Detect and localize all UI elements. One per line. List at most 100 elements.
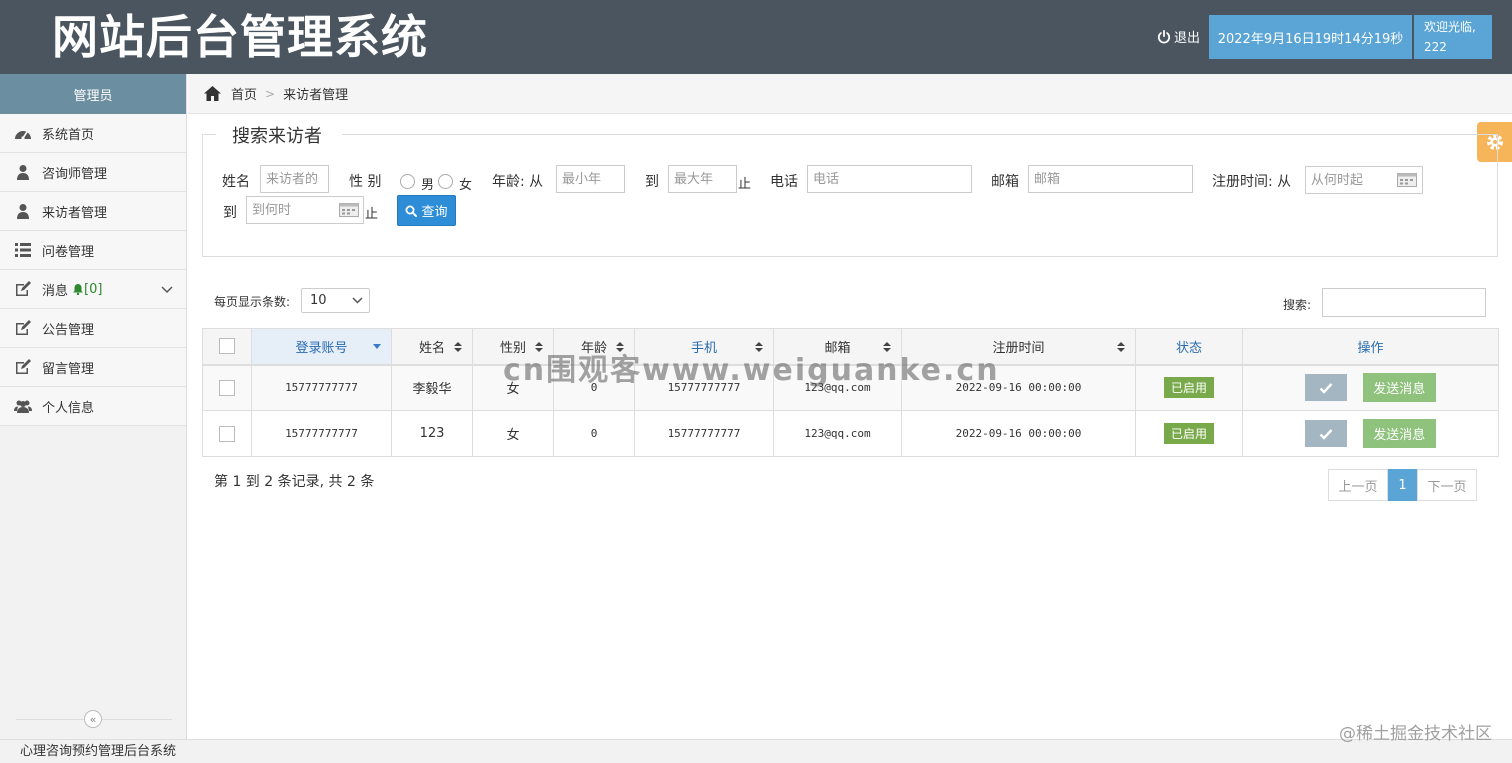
list-icon <box>13 242 33 258</box>
calendar-icon[interactable] <box>339 203 359 217</box>
sidebar-item-label: 问卷管理 <box>42 244 95 260</box>
table-row: 15777777777 123 女 0 15777777777 123@qq.c… <box>202 410 1499 457</box>
regtime-to-label: 到 <box>223 205 237 221</box>
sidebar-item-label: 来访者管理 <box>42 205 108 221</box>
calendar-icon[interactable] <box>1397 173 1417 187</box>
check-icon <box>1319 428 1333 440</box>
sidebar-item-counselors[interactable]: 咨询师管理 <box>0 153 186 192</box>
chevron-down-icon[interactable] <box>160 282 174 296</box>
chevron-down-icon <box>352 297 363 304</box>
column-header-label: 登录账号 <box>295 340 348 356</box>
sidebar-item-label: 系统首页 <box>42 127 95 143</box>
column-header-label: 姓名 <box>418 340 445 356</box>
account-cell: 15777777777 <box>251 410 392 457</box>
search-icon <box>405 205 418 217</box>
top-header: 网站后台管理系统 退出 2022年9月16日19时14分19秒 欢迎光临, 22… <box>0 0 1512 74</box>
breadcrumb-home[interactable]: 首页 <box>231 84 257 103</box>
logout-label: 退出 <box>1174 31 1201 46</box>
table-search-input[interactable] <box>1322 288 1486 317</box>
records-info: 第 1 到 2 条记录, 共 2 条 <box>214 474 375 490</box>
column-header-label: 注册时间 <box>992 340 1045 356</box>
page-size-select[interactable]: 10 <box>301 288 370 313</box>
gender-male-label: 男 <box>421 178 435 193</box>
gender-female-label: 女 <box>459 178 473 193</box>
sidebar-item-label: 公告管理 <box>42 322 95 338</box>
gender-cell: 女 <box>472 364 554 411</box>
gender-cell: 女 <box>472 410 554 457</box>
sidebar-item-home[interactable]: 系统首页 <box>0 114 186 153</box>
gender-male-radio[interactable] <box>400 174 415 189</box>
breadcrumb-current: 来访者管理 <box>283 88 349 103</box>
approve-button[interactable] <box>1305 374 1348 402</box>
edit-icon <box>13 320 33 336</box>
table-row: 15777777777 李毅华 女 0 15777777777 123@qq.c… <box>202 364 1499 411</box>
row-checkbox[interactable] <box>219 425 235 442</box>
footer: 心理咨询预约管理后台系统 <box>0 739 1512 763</box>
age-cell: 0 <box>553 410 635 457</box>
approve-button[interactable] <box>1305 420 1348 447</box>
sidebar-item-announcements[interactable]: 公告管理 <box>0 309 186 348</box>
gender-female-radio[interactable] <box>438 174 453 189</box>
sidebar-item-visitors[interactable]: 来访者管理 <box>0 192 186 231</box>
column-header-phone[interactable]: 手机 <box>634 328 774 366</box>
email-cell: 123@qq.com <box>773 410 902 457</box>
age-from-label: 年龄: 从 <box>492 174 544 190</box>
footer-text: 心理咨询预约管理后台系统 <box>20 744 177 759</box>
edit-icon <box>13 281 33 297</box>
sidebar-item-label: 咨询师管理 <box>42 166 108 182</box>
actions-cell: 发送消息 <box>1242 410 1499 457</box>
sidebar-item-label: 消息 <box>42 283 69 299</box>
message-count-badge: [0] <box>84 281 103 297</box>
page-1-button[interactable]: 1 <box>1388 469 1417 501</box>
column-header-age[interactable]: 年龄 <box>553 328 635 366</box>
visitor-table: 登录账号 姓名 性别 年龄 手机 邮箱 注册时间 状态 操作 157777777… <box>202 328 1499 457</box>
power-icon <box>1157 29 1171 43</box>
email-input[interactable] <box>1028 165 1193 193</box>
select-all-checkbox[interactable] <box>219 338 235 355</box>
column-header-email[interactable]: 邮箱 <box>773 328 902 366</box>
age-max-input[interactable] <box>668 165 737 193</box>
prev-page-button[interactable]: 上一页 <box>1328 469 1388 501</box>
send-message-button[interactable]: 发送消息 <box>1362 419 1436 448</box>
sidebar-item-profile[interactable]: 个人信息 <box>0 387 186 426</box>
email-label: 邮箱 <box>991 174 1019 190</box>
sidebar-heading: 管理员 <box>0 74 186 114</box>
welcome-box: 欢迎光临, 222 <box>1414 15 1492 59</box>
welcome-username: 222 <box>1424 40 1447 54</box>
sidebar-item-questionnaire[interactable]: 问卷管理 <box>0 231 186 270</box>
sidebar-collapse-button[interactable]: « <box>84 710 102 728</box>
name-input[interactable] <box>260 165 329 193</box>
row-checkbox[interactable] <box>219 379 235 396</box>
phone-label: 电话 <box>770 174 798 190</box>
sort-icon <box>616 342 624 352</box>
age-min-input[interactable] <box>556 165 625 193</box>
account-cell: 15777777777 <box>251 364 392 411</box>
sidebar-item-label: 留言管理 <box>42 361 95 377</box>
column-header-regtime[interactable]: 注册时间 <box>901 328 1136 366</box>
name-cell: 李毅华 <box>391 364 473 411</box>
column-header-label: 操作 <box>1357 340 1384 356</box>
column-header-name[interactable]: 姓名 <box>391 328 473 366</box>
sort-icon <box>535 342 543 352</box>
query-button[interactable]: 查询 <box>397 195 456 226</box>
table-header-row: 登录账号 姓名 性别 年龄 手机 邮箱 注册时间 状态 操作 <box>202 328 1499 366</box>
column-header-label: 邮箱 <box>824 340 851 356</box>
column-header-gender[interactable]: 性别 <box>472 328 554 366</box>
logout-button[interactable]: 退出 <box>1157 27 1200 46</box>
status-badge: 已启用 <box>1163 423 1214 444</box>
sidebar-item-messages[interactable]: 消息 [0] <box>0 270 186 309</box>
next-page-button[interactable]: 下一页 <box>1417 469 1477 501</box>
column-header-account[interactable]: 登录账号 <box>251 328 392 366</box>
page-size-label: 每页显示条数: <box>214 295 291 309</box>
age-to-label: 到 <box>645 174 659 190</box>
sort-desc-icon <box>373 344 381 349</box>
search-panel-top-border <box>202 134 1498 135</box>
sort-icon <box>1117 342 1125 352</box>
send-message-button[interactable]: 发送消息 <box>1362 373 1436 403</box>
sidebar-item-guestbook[interactable]: 留言管理 <box>0 348 186 387</box>
phone-input[interactable] <box>807 165 972 193</box>
home-icon <box>204 86 221 101</box>
welcome-line1: 欢迎光临, <box>1424 20 1476 34</box>
datetime-display: 2022年9月16日19时14分19秒 <box>1209 15 1412 59</box>
check-icon <box>1319 382 1333 394</box>
